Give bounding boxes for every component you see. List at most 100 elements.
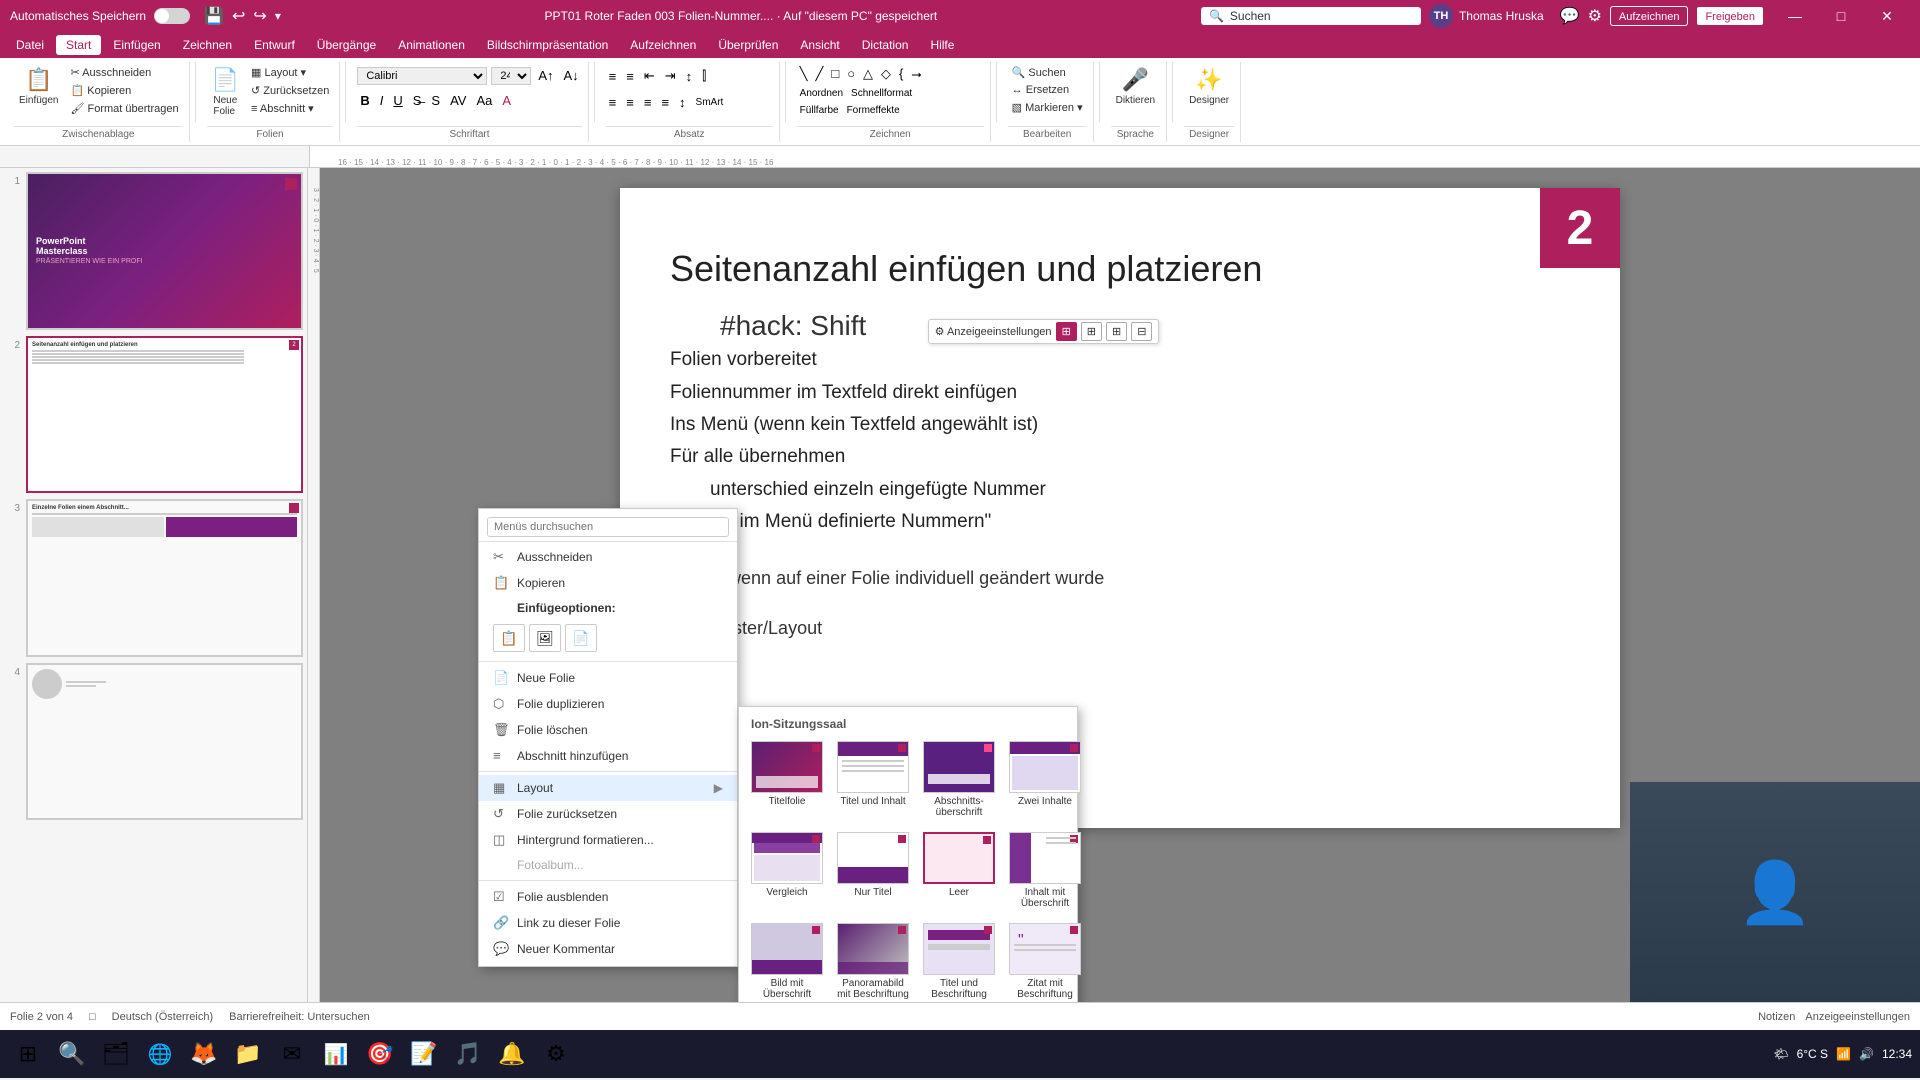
anzeige-btn-4[interactable]: ⊟ bbox=[1131, 322, 1152, 341]
layout-item-bild[interactable]: Bild mit Überschrift bbox=[747, 919, 827, 1002]
zuruecksetzen-button[interactable]: ↺ Zurücksetzen bbox=[247, 82, 333, 99]
ctx-link[interactable]: 🔗 Link zu dieser Folie bbox=[479, 910, 737, 936]
slide-img-3[interactable]: Einzelne Folien einem Abschnitt... bbox=[26, 499, 303, 657]
ctx-kopieren[interactable]: 📋 Kopieren bbox=[479, 570, 737, 596]
shape-icon-1[interactable]: ╲ bbox=[797, 64, 811, 84]
taskbar-onenote[interactable]: 📝 bbox=[404, 1034, 444, 1074]
paste-opt-2[interactable]: 🖼 bbox=[529, 624, 561, 652]
taskbar-mail[interactable]: ✉ bbox=[272, 1034, 312, 1074]
designer-button[interactable]: ✨ Designer bbox=[1184, 64, 1234, 109]
slide-thumb-4[interactable]: 4 bbox=[4, 663, 303, 821]
taskbar-taskview[interactable]: 🗂 bbox=[96, 1034, 136, 1074]
ctx-comment[interactable]: 💬 Neuer Kommentar bbox=[479, 936, 737, 962]
layout-item-titelfolie[interactable]: Titelfolie bbox=[747, 737, 827, 822]
taskbar-edge[interactable]: 🌐 bbox=[140, 1034, 180, 1074]
list-number-icon[interactable]: ≡ bbox=[623, 67, 637, 86]
menu-aufzeichnen[interactable]: Aufzeichnen bbox=[620, 35, 706, 55]
taskbar-search[interactable]: 🔍 bbox=[52, 1034, 92, 1074]
slide-img-4[interactable] bbox=[26, 663, 303, 821]
taskbar-app1[interactable]: 🎯 bbox=[360, 1034, 400, 1074]
layout-item-nur-titel[interactable]: Nur Titel bbox=[833, 828, 913, 913]
slide-thumb-3[interactable]: 3 Einzelne Folien einem Abschnitt... bbox=[4, 499, 303, 657]
abschnitt-button[interactable]: ≡ Abschnitt ▾ bbox=[247, 100, 333, 117]
bold-button[interactable]: B bbox=[357, 91, 372, 110]
align-right-icon[interactable]: ≡ bbox=[641, 93, 655, 112]
slide-thumb-1[interactable]: 1 PowerPointMasterclass PRÄSENTIEREN WIE… bbox=[4, 172, 303, 330]
freigeben-button[interactable]: Freigeben bbox=[1696, 6, 1764, 26]
ctx-reset[interactable]: ↺ Folie zurücksetzen bbox=[479, 801, 737, 827]
ctx-bg-format[interactable]: ◫ Hintergrund formatieren... bbox=[479, 827, 737, 853]
redo-icon[interactable]: ↪ bbox=[253, 6, 266, 26]
menu-hilfe[interactable]: Hilfe bbox=[920, 35, 964, 55]
menu-entwurf[interactable]: Entwurf bbox=[244, 35, 305, 55]
undo-icon[interactable]: ↩ bbox=[232, 6, 245, 26]
save-icon[interactable]: 💾 bbox=[204, 6, 224, 26]
arrange-button[interactable]: Anordnen bbox=[797, 86, 846, 101]
layout-item-abschnitt[interactable]: Abschnitts-überschrift bbox=[919, 737, 999, 822]
underline-button[interactable]: U bbox=[390, 91, 405, 110]
anzeige-settings[interactable]: Anzeigeeinstellungen bbox=[1805, 1011, 1910, 1023]
comment-icon[interactable]: 💬 bbox=[1560, 6, 1580, 26]
italic-button[interactable]: I bbox=[377, 91, 387, 110]
notes-button[interactable]: Notizen bbox=[1758, 1011, 1795, 1023]
slide-img-2[interactable]: 2 Seitenanzahl einfügen und platzieren bbox=[26, 336, 303, 494]
ctx-layout[interactable]: ▦ Layout ▶ bbox=[479, 775, 737, 801]
paste-opt-1[interactable]: 📋 bbox=[493, 624, 525, 652]
align-center-icon[interactable]: ≡ bbox=[623, 93, 637, 112]
shape-icon-6[interactable]: ◇ bbox=[878, 64, 894, 84]
ausschneiden-button[interactable]: ✂ Ausschneiden bbox=[66, 64, 182, 81]
menu-dictation[interactable]: Dictation bbox=[852, 35, 919, 55]
maximize-button[interactable]: □ bbox=[1818, 0, 1864, 32]
strikethrough-button[interactable]: S̶ bbox=[410, 91, 425, 110]
indent-less-icon[interactable]: ⇤ bbox=[641, 66, 658, 86]
shape-icon-2[interactable]: ╱ bbox=[813, 64, 827, 84]
taskbar-media[interactable]: 🎵 bbox=[448, 1034, 488, 1074]
align-justify-icon[interactable]: ≡ bbox=[658, 93, 672, 112]
format-button[interactable]: 🖌 Format übertragen bbox=[66, 100, 182, 117]
linespace-icon[interactable]: ↕ bbox=[676, 93, 689, 112]
layout-item-panorama[interactable]: Panoramabild mit Beschriftung bbox=[833, 919, 913, 1002]
slide-img-1[interactable]: PowerPointMasterclass PRÄSENTIEREN WIE E… bbox=[26, 172, 303, 330]
menu-ansicht[interactable]: Ansicht bbox=[790, 35, 849, 55]
taskbar-start[interactable]: ⊞ bbox=[8, 1034, 48, 1074]
layout-item-leer[interactable]: Leer bbox=[919, 828, 999, 913]
menu-einfuegen[interactable]: Einfügen bbox=[103, 35, 170, 55]
ctx-folie-del[interactable]: 🗑 Folie löschen bbox=[479, 717, 737, 743]
decrease-font-icon[interactable]: A↓ bbox=[561, 66, 582, 85]
font-size-select[interactable]: 24 bbox=[491, 67, 531, 85]
charspacing-button[interactable]: AV bbox=[447, 91, 469, 110]
list-bullet-icon[interactable]: ≡ bbox=[606, 67, 620, 86]
shape-icon-7[interactable]: { bbox=[896, 64, 906, 84]
layout-item-zitat[interactable]: " Zitat mit Beschriftung bbox=[1005, 919, 1085, 1002]
slide-panel[interactable]: 1 PowerPointMasterclass PRÄSENTIEREN WIE… bbox=[0, 168, 308, 1002]
einfuegen-button[interactable]: 📋 Einfügen bbox=[14, 64, 63, 109]
ctx-search-input[interactable] bbox=[487, 517, 729, 537]
anzeige-btn-3[interactable]: ⊞ bbox=[1106, 322, 1127, 341]
menu-praesentation[interactable]: Bildschirmpräsentation bbox=[477, 35, 618, 55]
settings-icon[interactable]: ⚙ bbox=[1588, 6, 1602, 26]
ersetzen-button[interactable]: ↔ Ersetzen bbox=[1008, 82, 1087, 98]
outline-button[interactable]: Formeffekte bbox=[844, 103, 903, 118]
ctx-abschnitt[interactable]: ≡ Abschnitt hinzufügen bbox=[479, 743, 737, 768]
ctx-hide[interactable]: ☑ Folie ausblenden bbox=[479, 884, 737, 910]
autosave-toggle[interactable] bbox=[154, 8, 190, 24]
layout-item-inhalt-header[interactable]: Inhalt mit Überschrift bbox=[1005, 828, 1085, 913]
menu-datei[interactable]: Datei bbox=[6, 35, 54, 55]
neue-folie-button[interactable]: 📄 NeueFolie bbox=[207, 64, 244, 120]
menu-start[interactable]: Start bbox=[56, 35, 101, 55]
taskbar-app2[interactable]: 🔔 bbox=[492, 1034, 532, 1074]
menu-zeichnen[interactable]: Zeichnen bbox=[173, 35, 242, 55]
taskbar-app3[interactable]: ⚙ bbox=[536, 1034, 576, 1074]
textdir-icon[interactable]: ↕ bbox=[683, 67, 696, 86]
search-bar[interactable]: 🔍 Suchen bbox=[1201, 7, 1421, 25]
shape-icon-8[interactable]: ⭢ bbox=[908, 64, 924, 84]
layout-item-vergleich[interactable]: Vergleich bbox=[747, 828, 827, 913]
taskbar-powerpoint[interactable]: 📊 bbox=[316, 1034, 356, 1074]
indent-more-icon[interactable]: ⇥ bbox=[662, 66, 679, 86]
align-left-icon[interactable]: ≡ bbox=[606, 93, 620, 112]
minimize-button[interactable]: — bbox=[1772, 0, 1818, 32]
shape-icon-5[interactable]: △ bbox=[860, 64, 876, 84]
ctx-folie-dup[interactable]: ⬡ Folie duplizieren bbox=[479, 691, 737, 717]
taskbar-explorer[interactable]: 📁 bbox=[228, 1034, 268, 1074]
increase-font-icon[interactable]: A↑ bbox=[535, 66, 556, 85]
